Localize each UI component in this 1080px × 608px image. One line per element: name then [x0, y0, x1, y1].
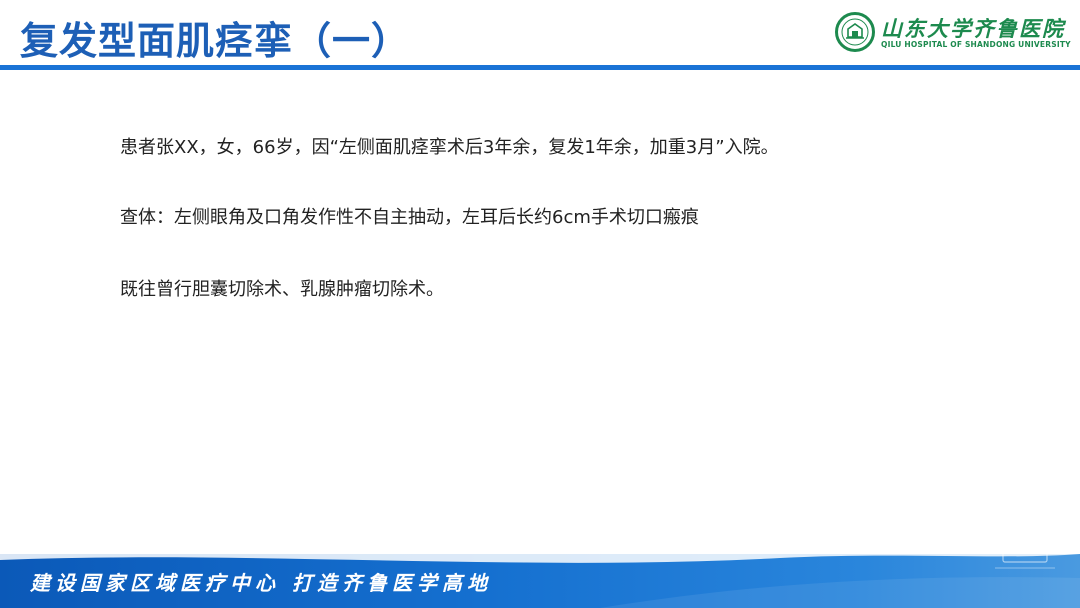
watermark-logo [985, 538, 1065, 578]
header-divider-bar [0, 65, 1080, 70]
hospital-logo: 山东大学齐鲁医院 QILU HOSPITAL OF SHANDONG UNIVE… [835, 12, 1071, 56]
past-history-paragraph: 既往曾行胆囊切除术、乳腺肿瘤切除术。 [120, 279, 444, 300]
case-history-paragraph: 患者张XX，女，66岁，因“左侧面肌痉挛术后3年余，复发1年余，加重3月”入院。 [120, 137, 779, 158]
footer-slogan: 建设国家区域医疗中心 打造齐鲁医学高地 [30, 571, 492, 595]
slide-title: 复发型面肌痉挛（一） [20, 19, 411, 63]
hospital-name-en: QILU HOSPITAL OF SHANDONG UNIVERSITY [881, 40, 1071, 49]
hospital-seal-icon [835, 12, 875, 52]
hospital-name-cn: 山东大学齐鲁医院 [881, 16, 1065, 41]
footer-bar: 建设国家区域医疗中心 打造齐鲁医学高地 [0, 554, 1080, 608]
physical-exam-paragraph: 查体：左侧眼角及口角发作性不自主抽动，左耳后长约6cm手术切口瘢痕 [120, 207, 699, 228]
